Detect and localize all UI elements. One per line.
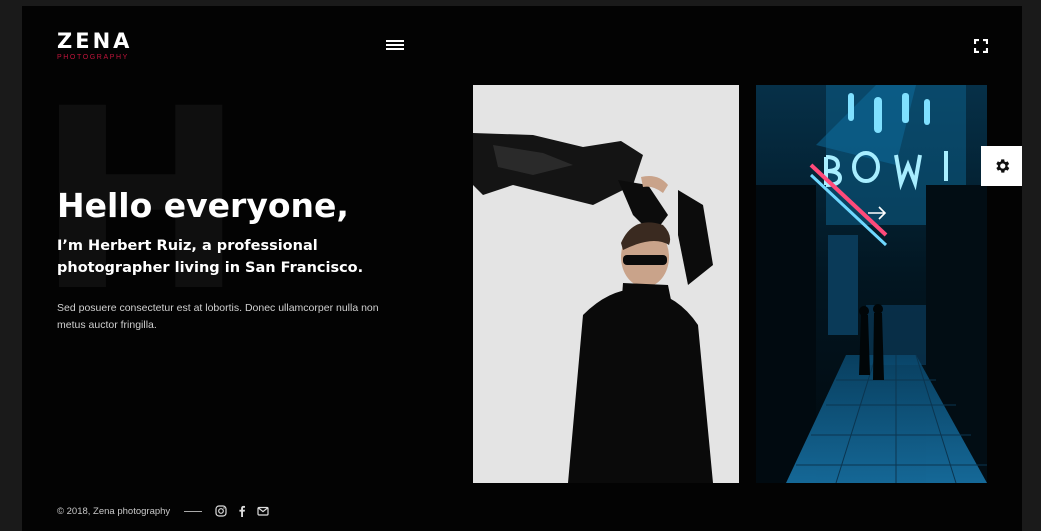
page-frame: ZENA PHOTOGRAPHY H Hello everyone, I’m H… [22,6,1022,531]
instagram-icon[interactable] [215,505,227,517]
mail-icon[interactable] [257,505,269,517]
hero-headline: Hello everyone, [57,186,349,225]
gear-icon [995,159,1009,173]
city-night-photo[interactable] [756,85,987,483]
facebook-icon[interactable] [236,505,248,517]
logo-title: ZENA [57,29,133,53]
arrow-right-icon[interactable] [867,206,887,220]
footer: © 2018, Zena photography [57,504,278,518]
portrait-photo[interactable] [473,85,739,483]
settings-button[interactable] [981,146,1022,186]
copyright-text: © 2018, Zena photography [57,505,171,517]
hamburger-menu-icon[interactable] [386,39,404,52]
footer-divider [184,510,203,512]
fullscreen-icon[interactable] [974,39,988,53]
hero-subheadline: I’m Herbert Ruiz, a professional photogr… [57,238,364,276]
hero-body-text: Sed posuere consectetur est at lobortis.… [57,302,379,331]
